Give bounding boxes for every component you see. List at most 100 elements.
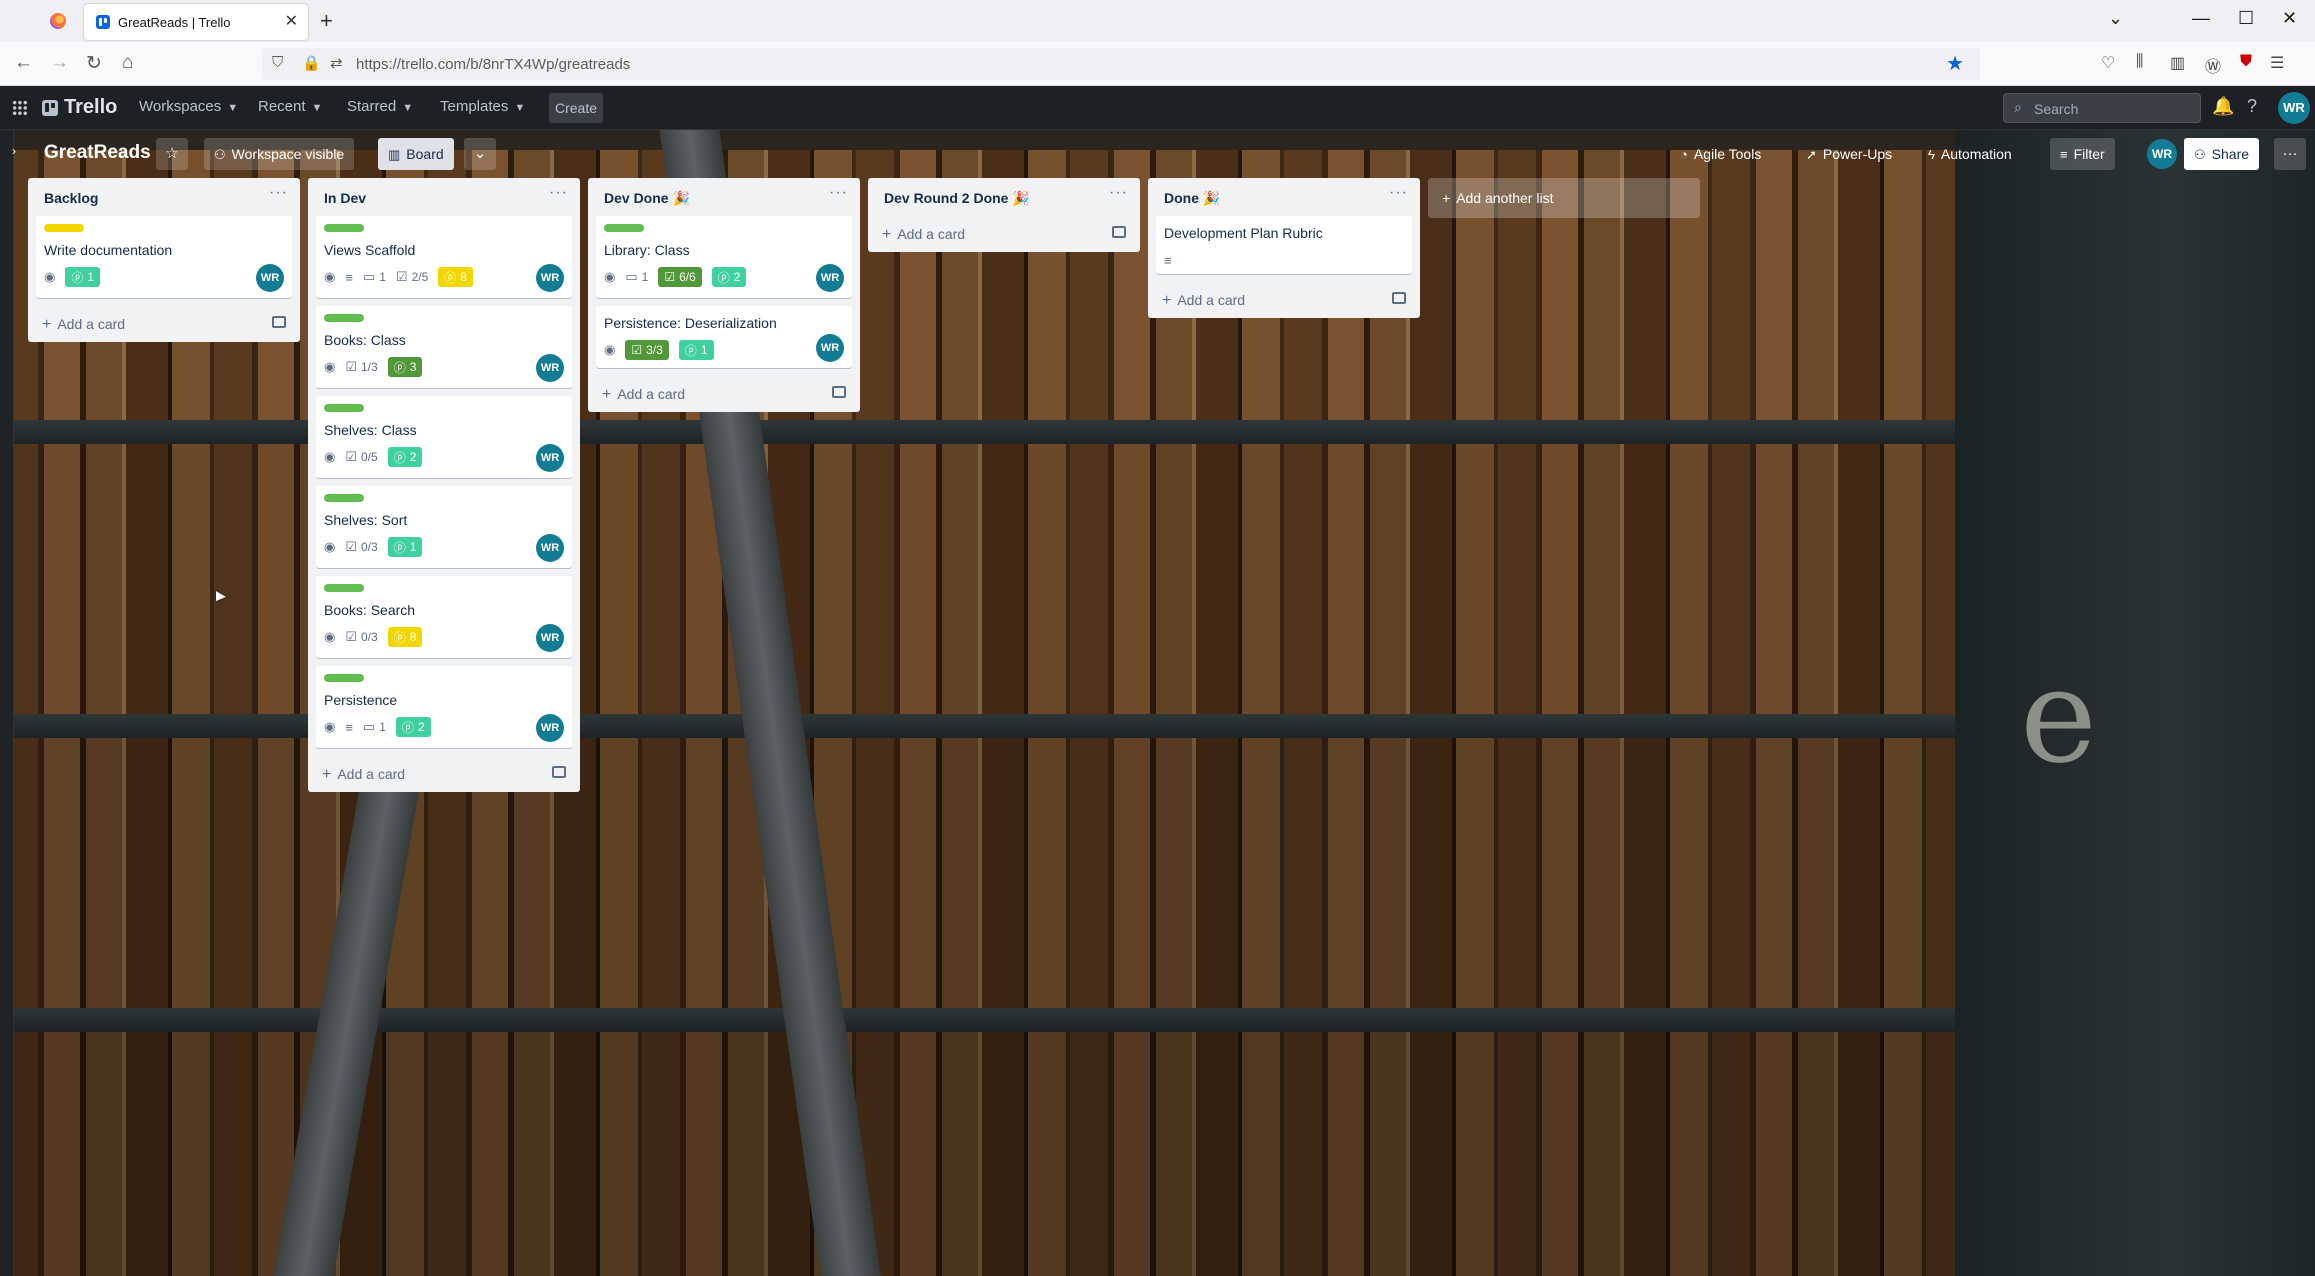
filter-button[interactable]: ≡ Filter [2050,138,2115,170]
library-icon[interactable]: ⫼ [2136,53,2143,71]
agile-tools-button[interactable]: ◔ Agile Tools [1670,138,1771,170]
card-member-avatar[interactable]: WR [256,264,284,292]
pocket-icon[interactable]: ♡ [2101,53,2115,73]
card-template-icon[interactable] [552,766,566,778]
menu-icon[interactable]: ☰ [2270,53,2284,73]
card-label-green[interactable] [324,314,364,322]
close-window-icon[interactable]: ✕ [2282,8,2297,29]
card-member-avatar[interactable]: WR [536,264,564,292]
star-board-icon[interactable]: ☆ [156,138,188,170]
card[interactable]: Views Scaffold ◉ ≡ ▭ 1 ☑ 2/5 ⓟ 8 WR [316,216,572,298]
card-member-avatar[interactable]: WR [536,714,564,742]
lock-icon[interactable]: 🔒 [302,54,321,72]
power-ups-button[interactable]: ➚ Power-Ups [1796,138,1902,170]
trello-logo[interactable]: Trello [42,96,117,119]
card-member-avatar[interactable]: WR [536,534,564,562]
sidebar-icon[interactable]: ▥ [2170,53,2185,73]
list-title[interactable]: Dev Round 2 Done 🎉 [884,190,1030,207]
back-icon[interactable]: ← [14,52,33,74]
url-bar[interactable]: ⛉ 🔒 ⇄ https://trello.com/b/8nrTX4Wp/grea… [262,48,1980,80]
maximize-icon[interactable]: ☐ [2238,8,2254,29]
app-switcher-icon[interactable] [12,100,28,116]
header-avatar[interactable]: WR [2278,92,2310,124]
views-dropdown-icon[interactable]: ⌄ [464,138,496,170]
card-template-icon[interactable] [1392,292,1406,304]
shield-icon[interactable]: ⛉ [272,54,283,71]
card-template-icon[interactable] [272,316,286,328]
card[interactable]: Shelves: Sort ◉ ☑ 0/3 ⓟ 1 WR [316,486,572,568]
expand-sidebar-icon[interactable]: › [12,144,16,158]
list-header[interactable]: Backlog ··· [28,178,300,216]
home-icon[interactable]: ⌂ [122,52,133,74]
list-title[interactable]: Backlog [44,190,98,206]
new-tab-icon[interactable]: + [320,8,333,34]
extension-w-icon[interactable]: Ⓦ [2205,53,2221,77]
card-label-green[interactable] [324,494,364,502]
menu-templates[interactable]: Templates ▼ [440,98,525,115]
search-input[interactable]: ⌕ Search [2003,93,2201,123]
list-title[interactable]: In Dev [324,190,366,206]
add-card-button[interactable]: + Add a card [1148,282,1420,318]
list-menu-icon[interactable]: ··· [829,184,848,202]
list-title[interactable]: Dev Done 🎉 [604,190,690,207]
card-label-green[interactable] [324,674,364,682]
list-menu-icon[interactable]: ··· [1389,184,1408,202]
card-label-green[interactable] [324,404,364,412]
extension-badge-icon[interactable]: ⛊ [2240,53,2252,71]
card-member-avatar[interactable]: WR [816,334,844,362]
board-title[interactable]: GreatReads [44,142,151,164]
reload-icon[interactable]: ↻ [86,52,102,75]
card[interactable]: Development Plan Rubric ≡ [1156,216,1412,274]
menu-starred[interactable]: Starred ▼ [347,98,413,115]
automation-button[interactable]: ϟ Automation [1918,138,2022,170]
card[interactable]: Library: Class ◉ ▭ 1 ☑ 6/6 ⓟ 2 WR [596,216,852,298]
list-title[interactable]: Done 🎉 [1164,190,1220,207]
browser-tab[interactable]: GreatReads | Trello ✕ [84,4,308,40]
list-header[interactable]: Done 🎉 ··· [1148,178,1420,216]
close-tab-icon[interactable]: ✕ [285,11,298,31]
list-menu-icon[interactable]: ··· [549,184,568,202]
card-member-avatar[interactable]: WR [536,624,564,652]
card[interactable]: Persistence ◉ ≡ ▭ 1 ⓟ 2 WR [316,666,572,748]
card-member-avatar[interactable]: WR [816,264,844,292]
card-label-green[interactable] [324,224,364,232]
minimize-icon[interactable]: — [2192,8,2210,29]
forward-icon[interactable]: → [50,52,69,74]
menu-workspaces[interactable]: Workspaces ▼ [139,98,238,115]
card-label-yellow[interactable] [44,224,84,232]
add-list-button[interactable]: + Add another list [1428,178,1700,218]
firefox-icon[interactable] [50,13,66,29]
create-button[interactable]: Create [549,93,603,123]
card[interactable]: Books: Search ◉ ☑ 0/3 ⓟ 8 WR [316,576,572,658]
share-button[interactable]: ⚇ Share [2184,138,2260,170]
list-header[interactable]: Dev Done 🎉 ··· [588,178,860,216]
add-card-button[interactable]: + Add a card [588,376,860,412]
card-member-avatar[interactable]: WR [536,354,564,382]
menu-recent[interactable]: Recent ▼ [258,98,322,115]
card-member-avatar[interactable]: WR [536,444,564,472]
card[interactable]: Shelves: Class ◉ ☑ 0/5 ⓟ 2 WR [316,396,572,478]
card[interactable]: Books: Class ◉ ☑ 1/3 ⓟ 3 WR [316,306,572,388]
card[interactable]: Persistence: Deserialization ◉ ☑ 3/3 ⓟ 1 W… [596,306,852,368]
card[interactable]: Write documentation ◉ ⓟ 1 WR [36,216,292,298]
add-card-button[interactable]: + Add a card [308,756,580,792]
list-header[interactable]: In Dev ··· [308,178,580,216]
list-all-tabs-icon[interactable]: ⌄ [2108,8,2123,29]
board-member-avatar[interactable]: WR [2147,139,2177,169]
card-label-green[interactable] [324,584,364,592]
visibility-button[interactable]: ⚇ Workspace visible [204,138,355,170]
help-icon[interactable]: ? [2247,96,2257,117]
list-menu-icon[interactable]: ··· [1109,184,1128,202]
bookmark-star-icon[interactable]: ★ [1946,51,1964,76]
url-text[interactable]: https://trello.com/b/8nrTX4Wp/greatreads [356,56,630,73]
list-header[interactable]: Dev Round 2 Done 🎉 ··· [868,178,1140,216]
board-menu-icon[interactable]: ··· [2274,138,2306,170]
list-menu-icon[interactable]: ··· [269,184,288,202]
notifications-icon[interactable]: 🔔 [2212,96,2234,117]
card-template-icon[interactable] [1112,226,1126,238]
card-label-green[interactable] [604,224,644,232]
card-template-icon[interactable] [832,386,846,398]
add-card-button[interactable]: + Add a card [868,216,1140,252]
board-view-button[interactable]: ▥ Board [378,138,454,170]
add-card-button[interactable]: + Add a card [28,306,300,342]
